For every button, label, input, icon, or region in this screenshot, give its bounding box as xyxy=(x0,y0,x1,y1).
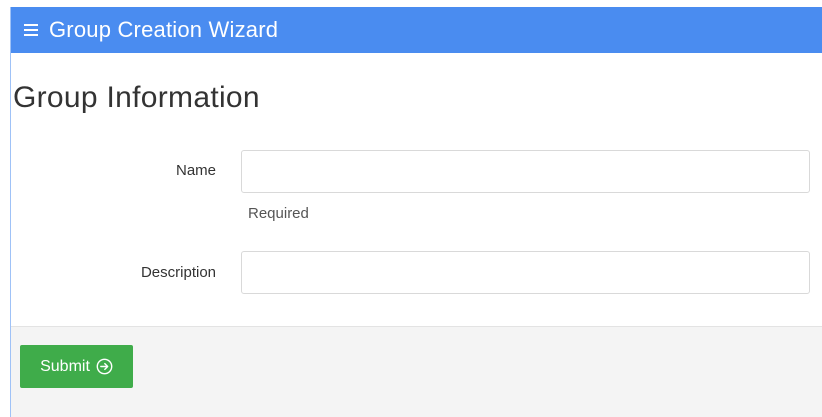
name-input[interactable] xyxy=(241,150,810,193)
description-input[interactable] xyxy=(241,251,810,294)
wizard-title: Group Creation Wizard xyxy=(49,17,279,42)
page: Group Creation Wizard Group Information … xyxy=(0,0,822,417)
section-title: Group Information xyxy=(13,81,260,114)
circle-arrow-right-icon xyxy=(96,358,113,375)
hamburger-menu-icon[interactable] xyxy=(24,24,38,36)
wizard-header: Group Creation Wizard xyxy=(11,7,822,53)
name-required-hint: Required xyxy=(248,205,309,222)
description-label: Description xyxy=(140,264,216,281)
submit-button[interactable]: Submit xyxy=(20,345,133,388)
name-label: Name xyxy=(175,162,216,179)
submit-button-label: Submit xyxy=(40,357,90,375)
